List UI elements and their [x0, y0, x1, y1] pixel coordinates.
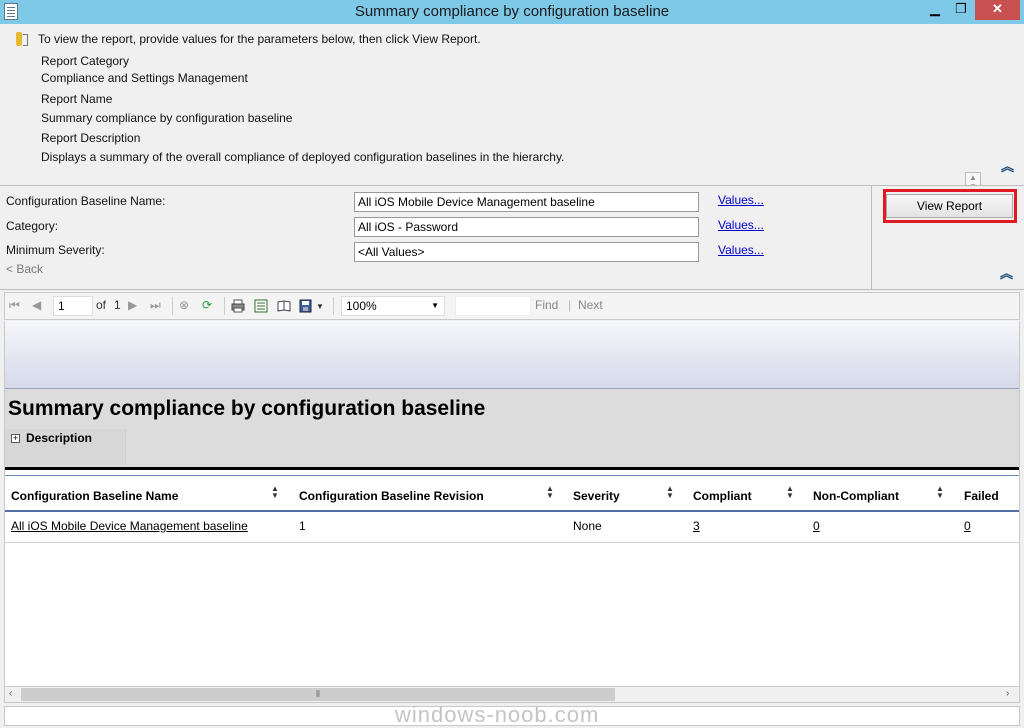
category-label: Category: — [6, 219, 59, 233]
category-field[interactable]: All iOS - Password — [354, 217, 699, 237]
next-link[interactable]: Next — [578, 298, 603, 312]
baseline-name-link[interactable]: All iOS Mobile Device Management baselin… — [11, 519, 248, 533]
chevron-down-icon: ▼ — [431, 301, 439, 310]
minimum-severity-label: Minimum Severity: — [6, 243, 105, 257]
watermark: windows-noob.com — [395, 702, 600, 727]
sort-icon[interactable]: ▲ ▼ — [936, 485, 944, 500]
baseline-name-label: Configuration Baseline Name: — [6, 194, 166, 208]
export-dropdown-icon[interactable]: ▼ — [316, 302, 324, 311]
failed-count-link[interactable]: 0 — [964, 519, 971, 533]
find-link[interactable]: Find — [535, 298, 558, 312]
report-viewer: Summary compliance by configuration base… — [4, 321, 1020, 686]
report-name-value: Summary compliance by configuration base… — [41, 111, 293, 125]
minimum-severity-field[interactable]: <All Values> — [354, 242, 699, 262]
toolbar-separator — [172, 297, 173, 315]
revision-cell: 1 — [299, 519, 306, 533]
page-number-input[interactable]: 1 — [53, 296, 93, 316]
total-pages: 1 — [114, 298, 121, 312]
export-icon[interactable] — [299, 299, 313, 313]
back-link[interactable]: < Back — [6, 262, 43, 276]
expand-plus-icon[interactable]: + — [11, 434, 20, 443]
baseline-values-link[interactable]: Values... — [718, 193, 764, 207]
column-header-failed[interactable]: Failed — [964, 489, 999, 503]
parameters-panel: Configuration Baseline Name: All iOS Mob… — [0, 185, 1024, 290]
report-banner — [5, 321, 1019, 389]
severity-cell: None — [573, 519, 602, 533]
collapse-info-icon[interactable]: ︽ — [1001, 160, 1014, 173]
last-page-icon[interactable]: ⏭ — [150, 298, 161, 313]
find-separator: | — [568, 298, 572, 312]
column-header-severity[interactable]: Severity — [573, 489, 620, 503]
description-toggle[interactable]: + Description — [5, 429, 126, 465]
column-header-revision[interactable]: Configuration Baseline Revision — [299, 489, 484, 503]
find-input[interactable] — [455, 296, 531, 316]
toolbar-separator — [224, 297, 225, 315]
column-header-compliant[interactable]: Compliant — [693, 489, 752, 503]
compliant-count-link[interactable]: 3 — [693, 519, 700, 533]
of-label: of — [96, 298, 107, 312]
report-toolbar: ⏮ ◀ 1 of 1 ▶ ⏭ ⊗ ⟳ ▼ 100% ▼ Find | Next — [4, 292, 1020, 320]
window-title: Summary compliance by configuration base… — [354, 3, 670, 20]
page-layout-icon[interactable] — [254, 299, 268, 313]
params-divider — [871, 186, 872, 290]
first-page-icon[interactable]: ⏮ — [9, 298, 20, 313]
sort-icon[interactable]: ▲ ▼ — [546, 485, 554, 500]
horizontal-scrollbar[interactable]: ‹ ⦀ › — [4, 686, 1020, 703]
report-description-label: Report Description — [41, 131, 141, 145]
instructions-text: To view the report, provide values for t… — [38, 32, 481, 46]
minimize-button[interactable]: ▁ — [922, 0, 948, 20]
report-description-value: Displays a summary of the overall compli… — [41, 150, 565, 164]
column-header-baseline-name[interactable]: Configuration Baseline Name — [11, 489, 178, 503]
sort-icon[interactable]: ▲ ▼ — [666, 485, 674, 500]
maximize-button[interactable]: ❐ — [948, 0, 974, 20]
report-info-panel: To view the report, provide values for t… — [0, 24, 1024, 192]
collapse-params-icon[interactable]: ︽ — [1000, 267, 1013, 280]
report-title-band: Summary compliance by configuration base… — [5, 389, 1019, 467]
report-name-label: Report Name — [41, 92, 113, 106]
next-page-icon[interactable]: ▶ — [128, 298, 137, 312]
description-label: Description — [26, 431, 93, 445]
scroll-right-icon[interactable]: › — [1006, 688, 1009, 699]
column-header-non-compliant[interactable]: Non-Compliant — [813, 489, 899, 503]
scrollbar-thumb[interactable]: ⦀ — [21, 688, 615, 701]
title-bar: Summary compliance by configuration base… — [0, 0, 1024, 24]
severity-values-link[interactable]: Values... — [718, 243, 764, 257]
divider — [5, 467, 1019, 470]
stop-icon[interactable]: ⊗ — [179, 298, 189, 312]
sort-icon[interactable]: ▲ ▼ — [271, 485, 279, 500]
sort-icon[interactable]: ▲ ▼ — [786, 485, 794, 500]
close-button[interactable]: ✕ — [975, 0, 1020, 20]
baseline-name-field[interactable]: All iOS Mobile Device Management baselin… — [354, 192, 699, 212]
view-report-button[interactable]: View Report — [886, 194, 1013, 218]
previous-page-icon[interactable]: ◀ — [32, 298, 41, 312]
scroll-left-icon[interactable]: ‹ — [9, 688, 12, 699]
report-category-label: Report Category — [41, 54, 130, 68]
non-compliant-count-link[interactable]: 0 — [813, 519, 820, 533]
report-title: Summary compliance by configuration base… — [8, 397, 486, 420]
zoom-select[interactable]: 100% ▼ — [341, 296, 445, 316]
report-category-value: Compliance and Settings Management — [41, 71, 248, 85]
page-setup-icon[interactable] — [277, 299, 291, 313]
zoom-value: 100% — [346, 299, 377, 313]
header-divider — [5, 510, 1019, 512]
print-icon[interactable] — [231, 299, 245, 313]
toolbar-separator — [333, 297, 334, 315]
category-values-link[interactable]: Values... — [718, 218, 764, 232]
divider — [5, 475, 1019, 476]
row-divider — [5, 542, 1019, 543]
info-icon — [16, 32, 28, 46]
refresh-icon[interactable]: ⟳ — [202, 298, 212, 312]
